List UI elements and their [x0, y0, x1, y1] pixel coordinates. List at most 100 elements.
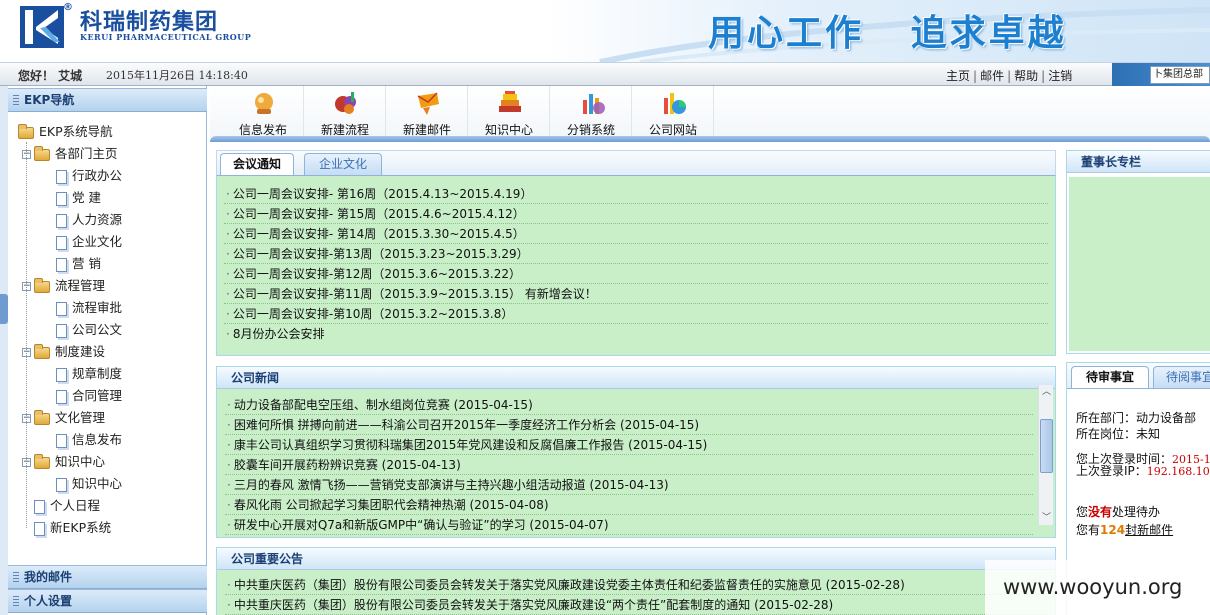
tree-node[interactable]: 公司公文	[56, 320, 122, 340]
tree-node[interactable]: 知识中心	[56, 474, 122, 494]
tree-node-label: 合同管理	[72, 388, 123, 403]
meeting-item-text: 公司一周会议安排- 第16周（2015.4.13~2015.4.19）	[232, 187, 533, 201]
news-scrollbar[interactable]: ︿ ﹀	[1038, 385, 1053, 525]
scroll-down-icon[interactable]: ﹀	[1039, 511, 1054, 525]
folder-icon	[34, 277, 50, 293]
chairman-panel-title: 董事长专栏	[1067, 151, 1210, 173]
tree-node[interactable]: 信息发布	[56, 430, 122, 450]
tree-node[interactable]: 党 建	[56, 188, 101, 208]
news-item[interactable]: · 困难何所惧 拼搏向前进——科渝公司召开2015年一季度经济工作分析会 (201…	[225, 415, 1033, 435]
tree-node[interactable]: 营 销	[56, 254, 101, 274]
link-home[interactable]: 主页	[946, 69, 970, 83]
new-mail-status[interactable]: 您有124封新邮件	[1076, 521, 1173, 538]
page-icon	[56, 213, 67, 228]
tree-node-label: 人力资源	[72, 212, 123, 227]
news-item[interactable]: · 胶囊车间开展药粉辨识竞赛 (2015-04-13)	[225, 455, 1033, 475]
meeting-item[interactable]: · 公司一周会议安排- 第14周（2015.3.30~2015.4.5）	[224, 224, 1048, 244]
news-item[interactable]: · 春风化雨 公司掀起学习集团职代会精神热潮 (2015-04-08)	[225, 495, 1033, 515]
top-status-bar: 您好！ 艾城 2015年11月26日 14:18:40 主页 | 邮件 | 帮助 | 注销 …	[0, 62, 1210, 87]
tree-node-label: 公司公文	[72, 322, 123, 337]
toolbar-website[interactable]: 公司网站	[632, 86, 714, 138]
news-item[interactable]: · 研发中心开展对Q7a和新版GMP中“确认与验证”的学习 (2015-04-07…	[225, 515, 1033, 535]
announcement-panel-title: 公司重要公告	[217, 548, 1055, 570]
tree-node[interactable]: 行政办公	[56, 166, 122, 186]
news-item[interactable]: · 三月的春风 激情飞扬——营销党支部演讲与主持兴趣小组活动报道 (2015-04…	[225, 475, 1033, 495]
tree-node-label: 各部门主页	[55, 146, 118, 161]
tree-node[interactable]: − 制度建设	[22, 342, 105, 362]
page-icon	[34, 499, 45, 514]
meeting-item[interactable]: · 公司一周会议安排-第11周（2015.3.9~2015.3.15） 有新增会议…	[224, 284, 1048, 304]
toolbar-info-publish[interactable]: 信息发布	[222, 86, 304, 138]
scroll-thumb[interactable]	[1040, 419, 1053, 473]
grip-icon	[13, 95, 19, 105]
meeting-item-text: 公司一周会议安排-第13周（2015.3.23~2015.3.29）	[232, 247, 529, 261]
toolbar-new-flow[interactable]: 新建流程	[304, 86, 386, 138]
header-slogan: 用心工作 追求卓越	[708, 13, 1067, 54]
tree-node[interactable]: 流程审批	[56, 298, 122, 318]
tab-corporate-culture[interactable]: 企业文化	[304, 153, 382, 175]
announcement-item-text: 中共重庆医药（集团）股份有限公司委员会转发关于落实党风廉政建设党委主体责任和纪委…	[233, 578, 905, 592]
page-icon	[56, 323, 67, 338]
sidebar-section-my-mail[interactable]: 我的邮件	[8, 565, 207, 589]
bullet: ·	[227, 418, 231, 432]
page-icon	[56, 257, 67, 272]
sidebar-collapse-handle[interactable]	[0, 294, 8, 324]
toolbar-new-mail[interactable]: 新建邮件	[386, 86, 468, 138]
announcement-item[interactable]: · 中共重庆医药（集团）股份有限公司委员会转发关于落实党风廉政建设党委主体责任和纪…	[225, 575, 1047, 595]
news-item[interactable]: · 动力设备部配电空压组、制水组岗位竞赛 (2015-04-15)	[225, 395, 1033, 415]
tree-node[interactable]: − 文化管理	[22, 408, 105, 428]
tree-node[interactable]: − 各部门主页	[22, 144, 118, 164]
news-item[interactable]: · 康丰公司认真组织学习贯彻科瑞集团2015年党风建设和反腐倡廉工作报告 (201…	[225, 435, 1033, 455]
tab-pending-approval[interactable]: 待审事宜	[1071, 366, 1149, 388]
announcement-item[interactable]: · 中共重庆医药（集团）股份有限公司委员会转发关于落实党风廉政建设“两个责任”配套…	[225, 595, 1047, 615]
bullet: ·	[226, 267, 230, 281]
scroll-up-icon[interactable]: ︿	[1039, 385, 1054, 399]
tree-node-label: 规章制度	[72, 366, 123, 381]
news-item-text: 康丰公司认真组织学习贯彻科瑞集团2015年党风建设和反腐倡廉工作报告 (2015…	[233, 438, 708, 452]
announcement-item-text: 中共重庆医药（集团）股份有限公司委员会转发关于落实党风廉政建设“两个责任”配套制…	[233, 598, 834, 612]
tab-meeting-notice[interactable]: 会议通知	[220, 153, 294, 175]
toolbar-distribution[interactable]: 分销系统	[550, 86, 632, 138]
tree-node[interactable]: − 知识中心	[22, 452, 105, 472]
page-icon	[34, 521, 45, 536]
meeting-item[interactable]: · 公司一周会议安排-第12周（2015.3.6~2015.3.22）	[224, 264, 1048, 284]
page-icon	[56, 301, 67, 316]
watermark: www.wooyun.org	[985, 560, 1210, 615]
link-logout[interactable]: 注销	[1048, 69, 1072, 83]
tree-node[interactable]: 合同管理	[56, 386, 122, 406]
sidebar-section-personal-settings[interactable]: 个人设置	[8, 589, 207, 613]
toolbar-knowledge[interactable]: 知识中心	[468, 86, 550, 138]
link-separator: |	[1007, 69, 1012, 83]
meeting-item[interactable]: · 8月份办公会安排	[224, 324, 1048, 344]
new-flow-icon	[335, 92, 356, 114]
tab-pending-read[interactable]: 待阅事宜	[1153, 366, 1210, 388]
link-separator: |	[1041, 69, 1046, 83]
chairman-panel: 董事长专栏	[1066, 150, 1210, 354]
meeting-item[interactable]: · 公司一周会议安排-第10周（2015.3.2~2015.3.8）	[224, 304, 1048, 324]
page-icon	[56, 477, 67, 492]
tree-node[interactable]: 新EKP系统	[22, 518, 111, 538]
link-help[interactable]: 帮助	[1014, 69, 1038, 83]
tree-node[interactable]: 个人日程	[22, 496, 100, 516]
organization-select[interactable]: 卜集团总部	[1150, 66, 1210, 84]
tree-node[interactable]: − 流程管理	[22, 276, 105, 296]
tree-node-label: 流程审批	[72, 300, 123, 315]
page-icon	[56, 235, 67, 250]
bullet: ·	[227, 458, 231, 472]
tree-node[interactable]: EKP系统导航	[18, 122, 113, 142]
tree-node-label: 流程管理	[55, 278, 106, 293]
tree-node[interactable]: 人力资源	[56, 210, 122, 230]
bullet: ·	[226, 327, 230, 341]
link-mail[interactable]: 邮件	[980, 69, 1004, 83]
tree-node-label: 党 建	[72, 190, 101, 205]
meeting-item[interactable]: · 公司一周会议安排- 第16周（2015.4.13~2015.4.19）	[224, 184, 1048, 204]
tree-node[interactable]: 规章制度	[56, 364, 122, 384]
tree-node-label: EKP系统导航	[39, 124, 113, 139]
meeting-item[interactable]: · 公司一周会议安排-第13周（2015.3.23~2015.3.29）	[224, 244, 1048, 264]
mail-prefix: 您有	[1076, 523, 1101, 537]
registered-mark: ®	[63, 2, 73, 13]
mail-suffix[interactable]: 封新邮件	[1125, 523, 1173, 537]
user-greeting: 您好！ 艾城	[18, 69, 83, 83]
tree-node[interactable]: 企业文化	[56, 232, 122, 252]
meeting-item[interactable]: · 公司一周会议安排- 第15周（2015.4.6~2015.4.12）	[224, 204, 1048, 224]
